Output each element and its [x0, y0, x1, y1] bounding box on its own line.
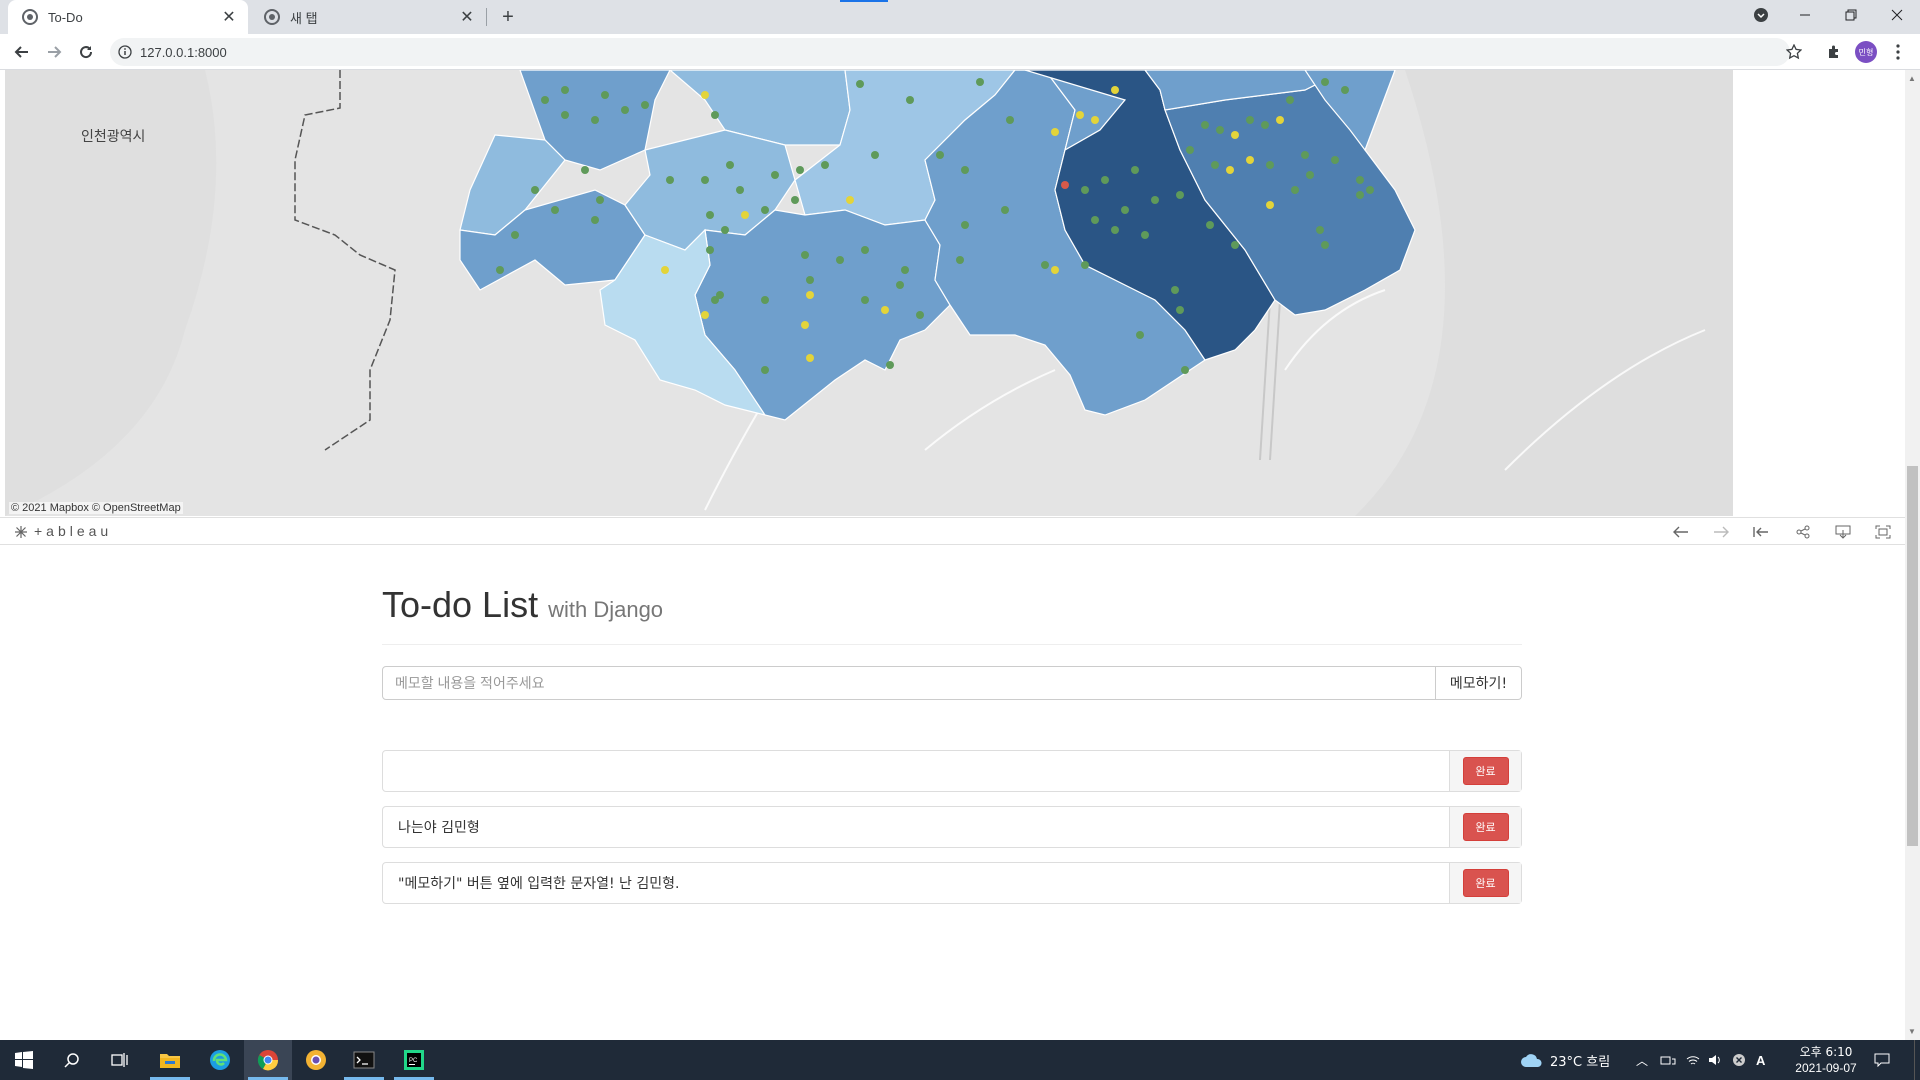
- ime-indicator[interactable]: A: [1756, 1040, 1765, 1080]
- task-view-icon[interactable]: [96, 1040, 144, 1080]
- memo-form: 메모하기!: [382, 666, 1522, 700]
- clock-time: 오후 6:10: [1799, 1045, 1853, 1059]
- memo-submit-button[interactable]: 메모하기!: [1436, 666, 1522, 700]
- menu-kebab-icon[interactable]: [1884, 38, 1912, 66]
- search-icon[interactable]: [48, 1040, 96, 1080]
- weather-text: 23°C 흐림: [1550, 1054, 1611, 1070]
- tab-todo[interactable]: To-Do ✕: [8, 0, 248, 34]
- title-main: To-do List: [382, 584, 539, 625]
- browser-tab-strip: To-Do ✕ 새 탭 ✕ +: [0, 0, 1920, 34]
- tray-chevron-icon[interactable]: ︿: [1636, 1040, 1648, 1080]
- pycharm-icon[interactable]: PC: [390, 1040, 438, 1080]
- todo-app: To-do List with Django 메모하기! 완료 나는야 김민형 …: [382, 584, 1522, 904]
- profile-initials: 민형: [1855, 41, 1877, 63]
- browser-toolbar: 127.0.0.1:8000 민형: [0, 34, 1920, 70]
- list-item-text: "메모하기" 버튼 옆에 입력한 문자열! 난 김민형.: [398, 876, 680, 892]
- chrome-favicon-icon: [22, 9, 38, 25]
- notification-icon[interactable]: [1874, 1040, 1890, 1080]
- page-viewport: 인천광역시 © 2021 Mapbox © OpenStreetMap +abl…: [0, 70, 1920, 1040]
- tableau-logo: +ableau: [34, 523, 113, 539]
- map-canvas: [5, 70, 1733, 516]
- undo-icon[interactable]: [1670, 522, 1692, 542]
- chrome-dev-icon[interactable]: [292, 1040, 340, 1080]
- complete-button[interactable]: 완료: [1462, 869, 1509, 897]
- volume-icon[interactable]: [1708, 1040, 1722, 1080]
- back-icon[interactable]: [8, 38, 36, 66]
- chrome-browser-icon[interactable]: [244, 1040, 292, 1080]
- show-desktop[interactable]: [1914, 1040, 1915, 1080]
- tab-close-icon[interactable]: ✕: [220, 7, 238, 27]
- list-item-text: [383, 751, 1449, 791]
- clock-date: 2021-09-07: [1795, 1061, 1857, 1075]
- title-divider: [382, 644, 1522, 645]
- list-item-text: 나는야 김민형: [398, 820, 480, 836]
- tab-divider: [486, 8, 487, 26]
- complete-button[interactable]: 완료: [1462, 757, 1509, 785]
- redo-icon[interactable]: [1710, 522, 1732, 542]
- terminal-icon[interactable]: [340, 1040, 388, 1080]
- tab-title: To-Do: [48, 9, 83, 25]
- tableau-logo-icon: [15, 526, 27, 538]
- forward-icon[interactable]: [40, 38, 68, 66]
- map-attribution[interactable]: © 2021 Mapbox © OpenStreetMap: [9, 502, 183, 514]
- page-scrollbar[interactable]: ▲ ▼: [1905, 70, 1920, 1040]
- start-windows-icon[interactable]: [0, 1040, 48, 1080]
- fullscreen-icon[interactable]: [1872, 522, 1894, 542]
- cloud-icon: [1521, 1054, 1542, 1067]
- windows-taskbar: PC 23°C 흐림 ︿ A 오후 6:10 2021-09-07: [0, 1040, 1920, 1080]
- list-item: 완료: [382, 750, 1522, 792]
- tableau-map[interactable]: 인천광역시 © 2021 Mapbox © OpenStreetMap: [5, 70, 1733, 516]
- tab-close-icon[interactable]: ✕: [458, 7, 476, 27]
- profile-avatar[interactable]: 민형: [1852, 38, 1880, 66]
- scroll-up-arrow-icon[interactable]: ▲: [1908, 74, 1916, 83]
- clock[interactable]: 오후 6:10 2021-09-07: [1790, 1040, 1862, 1080]
- close-window-icon[interactable]: [1874, 0, 1920, 30]
- scroll-down-arrow-icon[interactable]: ▼: [1908, 1027, 1916, 1036]
- wifi-icon[interactable]: [1686, 1040, 1700, 1080]
- complete-button[interactable]: 완료: [1462, 813, 1509, 841]
- list-item: 나는야 김민형 완료: [382, 806, 1522, 848]
- edge-browser-icon[interactable]: [196, 1040, 244, 1080]
- bookmark-star-icon[interactable]: [1780, 38, 1808, 66]
- tab-title: 새 탭: [290, 10, 318, 26]
- new-tab-plus-icon[interactable]: +: [494, 3, 522, 31]
- download-icon[interactable]: [1832, 522, 1854, 542]
- tab-new-tab[interactable]: 새 탭 ✕: [250, 0, 486, 34]
- file-explorer-icon[interactable]: [146, 1040, 194, 1080]
- share-icon[interactable]: [1792, 522, 1814, 542]
- list-item: "메모하기" 버튼 옆에 입력한 문자열! 난 김민형. 완료: [382, 862, 1522, 904]
- status-x-icon[interactable]: [1732, 1040, 1746, 1080]
- network-icon[interactable]: [1660, 1040, 1676, 1080]
- chrome-favicon-icon: [264, 9, 280, 25]
- map-right-margin: [1733, 70, 1905, 516]
- extensions-icon[interactable]: [1820, 38, 1848, 66]
- drag-indicator: [840, 0, 888, 2]
- url-text: 127.0.0.1:8000: [140, 44, 227, 60]
- scroll-thumb[interactable]: [1907, 466, 1918, 846]
- title-subtitle: with Django: [548, 597, 664, 622]
- weather-widget[interactable]: 23°C 흐림: [1520, 1040, 1610, 1080]
- revert-icon[interactable]: [1750, 522, 1772, 542]
- page-title: To-do List with Django: [382, 584, 1522, 626]
- reload-icon[interactable]: [72, 38, 100, 66]
- map-place-label: 인천광역시: [81, 128, 146, 144]
- tab-search-icon[interactable]: [1738, 0, 1784, 30]
- minimize-icon[interactable]: [1782, 0, 1828, 30]
- tableau-toolbar: +ableau: [0, 517, 1905, 545]
- memo-input[interactable]: [382, 666, 1436, 700]
- svg-text:PC: PC: [409, 1058, 418, 1064]
- address-bar[interactable]: 127.0.0.1:8000: [110, 38, 1790, 66]
- info-icon[interactable]: [118, 45, 132, 59]
- restore-icon[interactable]: [1828, 0, 1874, 30]
